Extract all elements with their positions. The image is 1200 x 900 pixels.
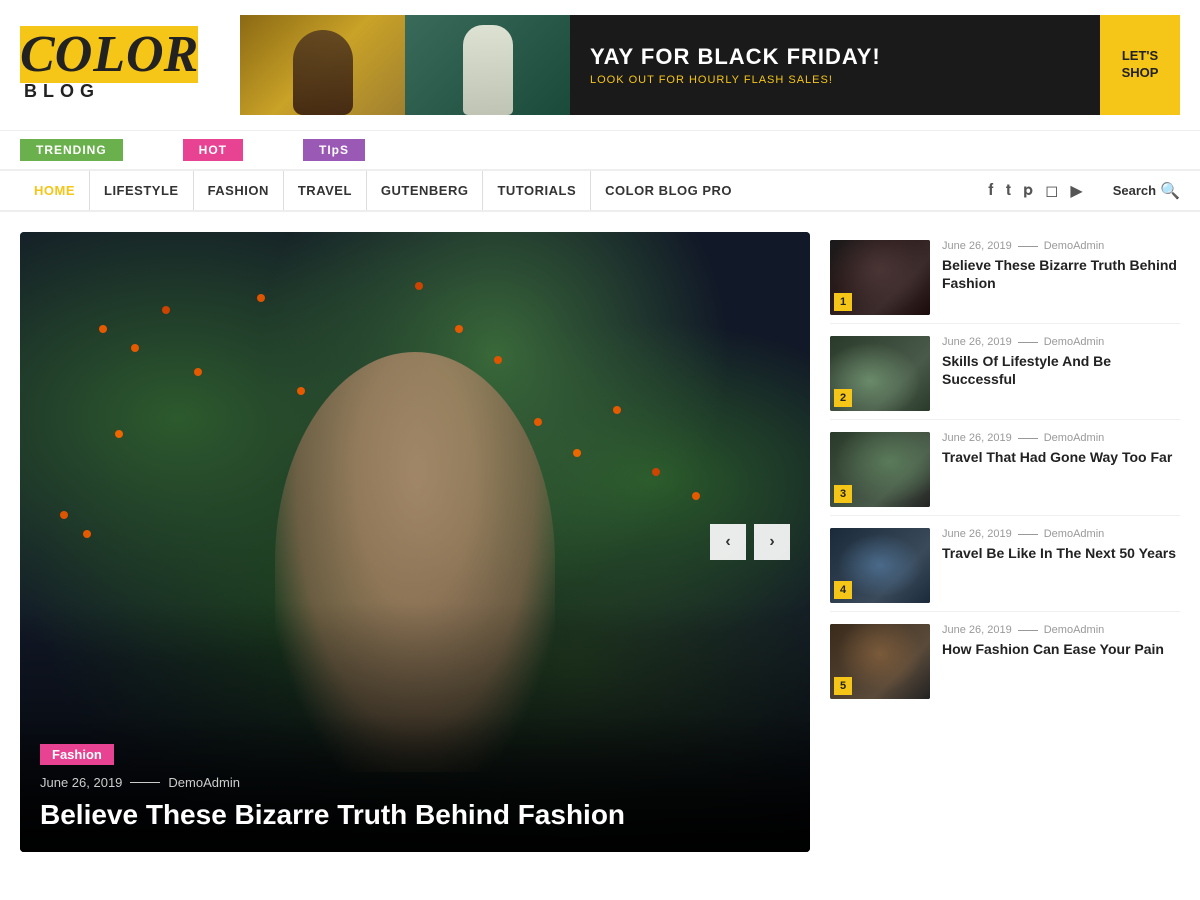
search-icon: 🔍: [1160, 181, 1180, 201]
sidebar-date-1: June 26, 2019: [942, 240, 1012, 252]
banner-title: YAY FOR BLACK FRIDAY!: [590, 44, 1080, 70]
sidebar-divider-3: [1018, 438, 1038, 439]
nav-item-tutorials[interactable]: TUTORIALS: [483, 171, 591, 210]
banner-text-area: YAY FOR BLACK FRIDAY! LOOK OUT FOR HOURL…: [570, 15, 1100, 115]
sidebar-thumb-3: 3: [830, 432, 930, 507]
sidebar-thumb-4: 4: [830, 528, 930, 603]
banner-cta-button[interactable]: LET'S SHOP: [1100, 15, 1180, 115]
sidebar-item-1: 1 June 26, 2019 DemoAdmin Believe These …: [830, 232, 1180, 324]
tag-trending[interactable]: TRENDING: [20, 139, 123, 161]
nav-item-travel[interactable]: TRAVEL: [284, 171, 367, 210]
logo-blog-text: BLOG: [24, 81, 220, 102]
ad-banner[interactable]: YAY FOR BLACK FRIDAY! LOOK OUT FOR HOURL…: [240, 15, 1180, 115]
hero-next-button[interactable]: ›: [754, 524, 790, 560]
search-button[interactable]: Search 🔍: [1103, 181, 1180, 201]
sidebar: 1 June 26, 2019 DemoAdmin Believe These …: [830, 232, 1180, 852]
sidebar-title-5[interactable]: How Fashion Can Ease Your Pain: [942, 640, 1180, 658]
sidebar-item-5: 5 June 26, 2019 DemoAdmin How Fashion Ca…: [830, 616, 1180, 707]
sidebar-num-1: 1: [834, 293, 852, 311]
sidebar-author-3: DemoAdmin: [1044, 432, 1105, 444]
hero-title[interactable]: Believe These Bizarre Truth Behind Fashi…: [40, 798, 790, 832]
sidebar-item-3: 3 June 26, 2019 DemoAdmin Travel That Ha…: [830, 424, 1180, 516]
tag-hot[interactable]: HOT: [183, 139, 243, 161]
sidebar-title-3[interactable]: Travel That Had Gone Way Too Far: [942, 448, 1180, 466]
sidebar-thumb-2: 2: [830, 336, 930, 411]
sidebar-thumb-1: 1: [830, 240, 930, 315]
sidebar-author-5: DemoAdmin: [1044, 624, 1105, 636]
nav-links: HOME LIFESTYLE FASHION TRAVEL GUTENBERG …: [20, 171, 968, 210]
sidebar-content-5: June 26, 2019 DemoAdmin How Fashion Can …: [942, 624, 1180, 658]
sidebar-author-4: DemoAdmin: [1044, 528, 1105, 540]
sidebar-title-4[interactable]: Travel Be Like In The Next 50 Years: [942, 544, 1180, 562]
hero-overlay: Fashion June 26, 2019 DemoAdmin Believe …: [20, 714, 810, 852]
sidebar-item-2: 2 June 26, 2019 DemoAdmin Skills Of Life…: [830, 328, 1180, 420]
sidebar-divider-5: [1018, 630, 1038, 631]
hero-navigation: ‹ ›: [710, 524, 790, 560]
sidebar-content-2: June 26, 2019 DemoAdmin Skills Of Lifest…: [942, 336, 1180, 388]
sidebar-date-3: June 26, 2019: [942, 432, 1012, 444]
sidebar-divider-2: [1018, 342, 1038, 343]
sidebar-num-2: 2: [834, 389, 852, 407]
sidebar-meta-4: June 26, 2019 DemoAdmin: [942, 528, 1180, 540]
sidebar-num-5: 5: [834, 677, 852, 695]
pinterest-icon[interactable]: 𝐩: [1023, 182, 1033, 200]
hero-prev-button[interactable]: ‹: [710, 524, 746, 560]
hero-meta: June 26, 2019 DemoAdmin: [40, 775, 790, 790]
sidebar-meta-3: June 26, 2019 DemoAdmin: [942, 432, 1180, 444]
facebook-icon[interactable]: 𝐟: [988, 182, 994, 200]
sidebar-date-5: June 26, 2019: [942, 624, 1012, 636]
header: COLOR BLOG YAY FOR BLACK FRIDAY! LOOK OU…: [0, 0, 1200, 131]
nav-item-home[interactable]: HOME: [20, 171, 90, 210]
hero-category-badge[interactable]: Fashion: [40, 744, 114, 765]
sidebar-num-3: 3: [834, 485, 852, 503]
sidebar-date-4: June 26, 2019: [942, 528, 1012, 540]
nav-item-colorblogpro[interactable]: COLOR BLOG PRO: [591, 171, 746, 210]
sidebar-title-1[interactable]: Believe These Bizarre Truth Behind Fashi…: [942, 256, 1180, 292]
hero-date: June 26, 2019: [40, 775, 122, 790]
hero-section: ‹ › Fashion June 26, 2019 DemoAdmin Beli…: [20, 232, 810, 852]
main-nav: HOME LIFESTYLE FASHION TRAVEL GUTENBERG …: [0, 171, 1200, 212]
sidebar-meta-5: June 26, 2019 DemoAdmin: [942, 624, 1180, 636]
sidebar-meta-1: June 26, 2019 DemoAdmin: [942, 240, 1180, 252]
sidebar-item-4: 4 June 26, 2019 DemoAdmin Travel Be Like…: [830, 520, 1180, 612]
banner-subtitle: LOOK OUT FOR HOURLY FLASH SALES!: [590, 74, 1080, 86]
sidebar-title-2[interactable]: Skills Of Lifestyle And Be Successful: [942, 352, 1180, 388]
sidebar-date-2: June 26, 2019: [942, 336, 1012, 348]
hero-author: DemoAdmin: [168, 775, 240, 790]
youtube-icon[interactable]: ▶: [1070, 181, 1082, 201]
sidebar-thumb-5: 5: [830, 624, 930, 699]
banner-cta-label: LET'S SHOP: [1122, 48, 1159, 82]
logo-color-text: COLOR: [20, 29, 220, 81]
sidebar-author-1: DemoAdmin: [1044, 240, 1105, 252]
sidebar-meta-2: June 26, 2019 DemoAdmin: [942, 336, 1180, 348]
search-label: Search: [1113, 183, 1156, 198]
sidebar-num-4: 4: [834, 581, 852, 599]
sidebar-author-2: DemoAdmin: [1044, 336, 1105, 348]
logo[interactable]: COLOR BLOG: [20, 29, 220, 102]
main-content: ‹ › Fashion June 26, 2019 DemoAdmin Beli…: [0, 212, 1200, 872]
sidebar-divider-4: [1018, 534, 1038, 535]
sidebar-content-3: June 26, 2019 DemoAdmin Travel That Had …: [942, 432, 1180, 466]
sidebar-content-4: June 26, 2019 DemoAdmin Travel Be Like I…: [942, 528, 1180, 562]
tag-bar: TRENDING HOT TIpS: [0, 131, 1200, 171]
nav-item-gutenberg[interactable]: GUTENBERG: [367, 171, 484, 210]
nav-item-lifestyle[interactable]: LIFESTYLE: [90, 171, 194, 210]
hero-meta-divider: [130, 782, 160, 783]
nav-item-fashion[interactable]: FASHION: [194, 171, 284, 210]
banner-image: [240, 15, 570, 115]
nav-social: 𝐟 𝐭 𝐩 ◻ ▶: [968, 181, 1102, 201]
sidebar-content-1: June 26, 2019 DemoAdmin Believe These Bi…: [942, 240, 1180, 292]
tag-tips[interactable]: TIpS: [303, 139, 365, 161]
twitter-icon[interactable]: 𝐭: [1006, 182, 1011, 200]
sidebar-divider-1: [1018, 246, 1038, 247]
instagram-icon[interactable]: ◻: [1045, 181, 1058, 201]
